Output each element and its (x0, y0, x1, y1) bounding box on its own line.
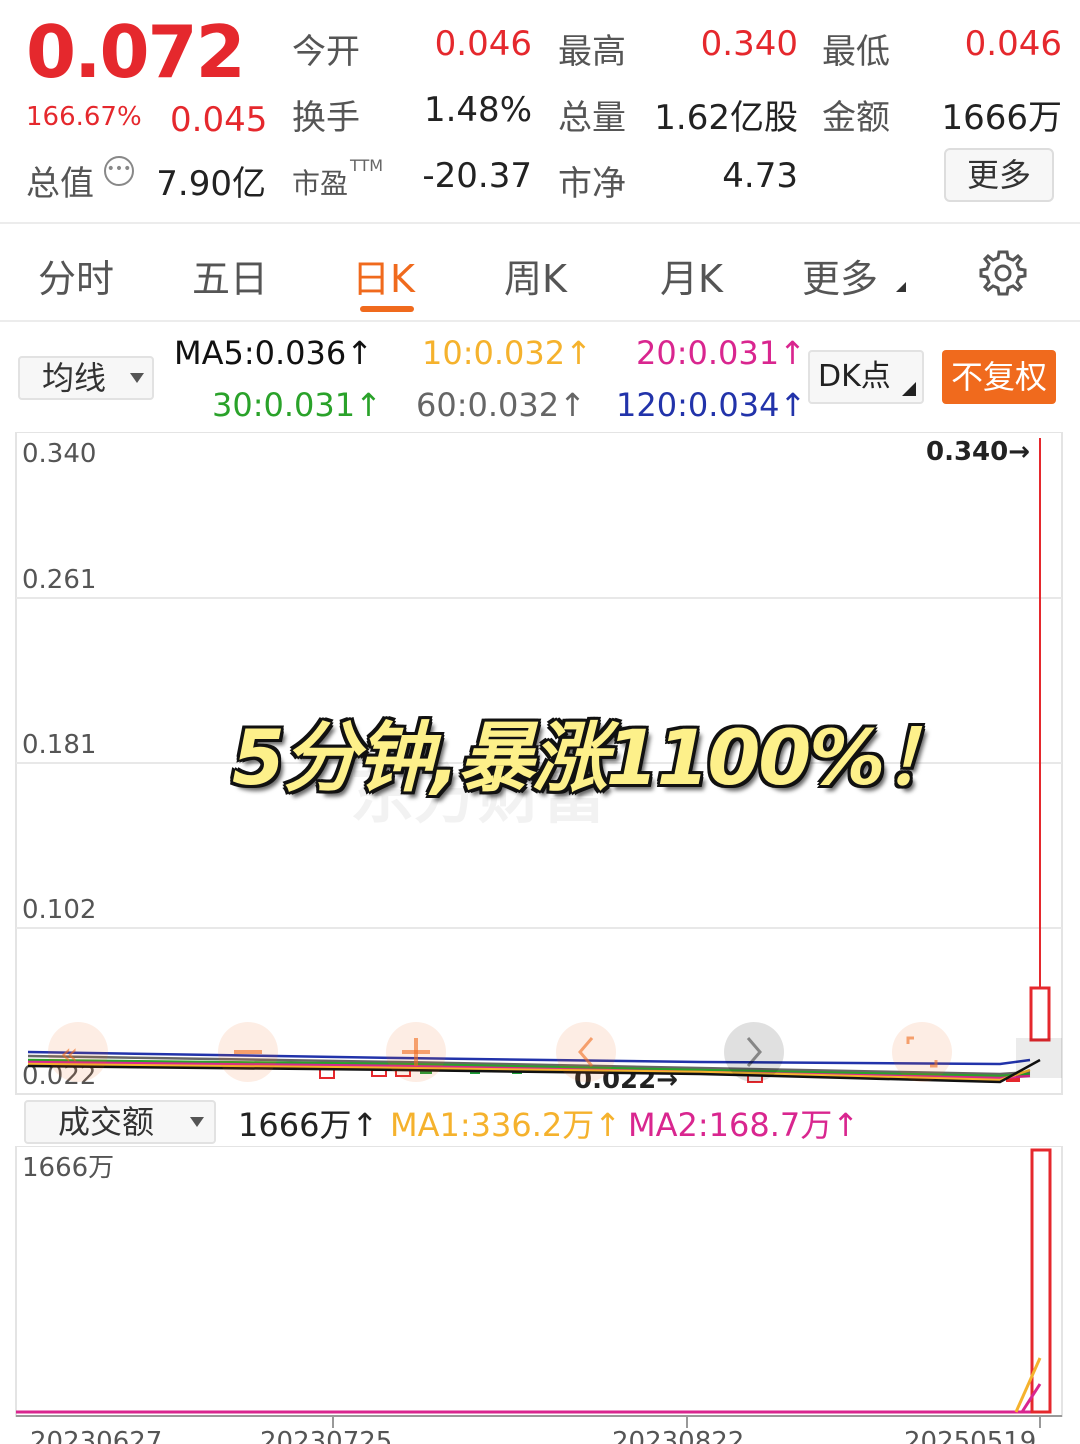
y-tick-label: 0.102 (22, 895, 96, 925)
mktcap-value: 7.90亿 (156, 164, 266, 204)
more-dots-icon[interactable]: ••• (104, 156, 134, 186)
amount-value: 1666万 (941, 98, 1062, 138)
ma-selector-label: 均线 (42, 359, 107, 397)
dk-point-button[interactable]: DK点 (808, 350, 924, 404)
x-date-label: 20230822 (612, 1427, 744, 1444)
ma20-value: 20:0.031↑ (636, 334, 806, 372)
pb-value: 4.73 (722, 156, 798, 196)
ma-selector[interactable]: 均线 (18, 356, 154, 400)
chevron-down-icon (130, 373, 144, 383)
tab-intraday[interactable]: 分时 (38, 248, 114, 303)
tab-five-day[interactable]: 五日 (192, 248, 268, 303)
amount-label: 金额 (822, 98, 890, 138)
ma120-value: 120:0.034↑ (616, 386, 807, 424)
volume-y-label: 1666万 (22, 1153, 114, 1183)
volume-chart[interactable]: 1666万 20230627 20230725 20230822 2025051… (0, 1146, 1080, 1444)
low-label: 最低 (822, 32, 890, 72)
quote-panel: 0.072 166.67% 0.045 今开 0.046 最高 0.340 最低… (0, 0, 1080, 224)
mktcap-label: 总值 (26, 164, 94, 204)
change-percent: 166.67% (26, 102, 142, 132)
quote-more-button[interactable]: 更多 (944, 148, 1054, 202)
ma10-value: 10:0.032↑ (422, 334, 592, 372)
volume-label: 总量 (558, 98, 626, 138)
tab-daily-k[interactable]: 日K (352, 248, 415, 303)
volume-value: 1.62亿股 (654, 98, 798, 138)
open-value: 0.046 (434, 24, 532, 64)
x-date-label: 20230725 (260, 1427, 392, 1444)
high-label: 最高 (558, 32, 626, 72)
last-price: 0.072 (26, 10, 246, 94)
y-tick-label: 0.340 (22, 439, 96, 469)
scroll-end-handle (1016, 1038, 1062, 1078)
volume-selector[interactable]: 成交额 (24, 1100, 216, 1144)
open-label: 今开 (292, 32, 360, 72)
volume-ma2: MA2:168.7万↑ (628, 1106, 860, 1144)
scroll-right-icon (724, 1022, 784, 1082)
no-adjust-button[interactable]: 不复权 (942, 350, 1056, 404)
x-date-label: 20230627 (30, 1427, 162, 1444)
fullscreen-icon (892, 1022, 952, 1082)
low-value: 0.046 (964, 24, 1062, 64)
volume-value: 1666万↑ (238, 1106, 379, 1144)
ma60-value: 60:0.032↑ (416, 386, 586, 424)
period-tabs: 分时 五日 日K 周K 月K 更多 (0, 226, 1080, 322)
pb-label: 市净 (558, 164, 626, 204)
ma30-value: 30:0.031↑ (212, 386, 382, 424)
high-value: 0.340 (700, 24, 798, 64)
turnover-label: 换手 (292, 98, 360, 138)
high-price-marker: 0.340→ (926, 437, 1030, 467)
y-tick-label: 0.181 (22, 730, 96, 760)
overlay-headline: 5分钟,暴涨1100%！ (232, 713, 959, 802)
dk-point-label: DK点 (818, 359, 891, 394)
svg-text:«: « (60, 1037, 78, 1072)
volume-selector-label: 成交额 (58, 1103, 155, 1141)
change-amount: 0.045 (170, 100, 268, 140)
volume-chart-frame (15, 1146, 1063, 1417)
pe-value: -20.37 (422, 156, 532, 196)
y-tick-label: 0.261 (22, 565, 96, 595)
tab-more[interactable]: 更多 (802, 248, 878, 303)
volume-ma1: MA1:336.2万↑ (390, 1106, 622, 1144)
pe-label: 市盈 (292, 167, 349, 200)
volume-indicator-bar: 成交额 1666万↑ MA1:336.2万↑ MA2:168.7万↑ (0, 1096, 1080, 1146)
more-dropdown-icon (896, 282, 906, 292)
turnover-value: 1.48% (423, 90, 532, 130)
pe-ttm-label: TTM (350, 156, 384, 175)
dropdown-corner-icon (902, 382, 916, 396)
active-tab-indicator (360, 306, 414, 312)
tab-weekly-k[interactable]: 周K (504, 248, 567, 303)
tab-monthly-k[interactable]: 月K (660, 248, 723, 303)
scroll-left-icon (556, 1022, 616, 1082)
gear-icon[interactable] (978, 248, 1028, 298)
chevron-down-icon (190, 1117, 204, 1127)
x-date-label: 20250519 (904, 1427, 1036, 1444)
ma5-value: MA5:0.036↑ (174, 334, 374, 372)
spike-candle-body (1029, 986, 1051, 1042)
